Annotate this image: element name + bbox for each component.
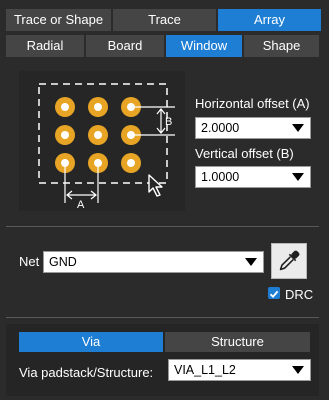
tab-shape[interactable]: Shape (244, 35, 319, 57)
via-padstack-value: VIA_L1_L2 (174, 363, 236, 377)
eyedropper-icon (279, 250, 300, 271)
tab-array[interactable]: Array (218, 9, 321, 31)
horizontal-offset-select[interactable]: 2.0000 (195, 117, 311, 139)
net-select[interactable]: GND (43, 251, 264, 273)
pad (55, 97, 75, 117)
chevron-down-icon (292, 173, 304, 181)
cursor-arrow-icon (148, 174, 163, 197)
net-label: Net (19, 254, 40, 269)
drc-label: DRC (285, 287, 314, 302)
tab-trace-or-shape[interactable]: Trace or Shape (6, 9, 111, 31)
pad (55, 125, 75, 145)
pad-grid (55, 97, 141, 173)
vertical-offset-value: 1.0000 (201, 170, 240, 184)
horizontal-offset-label: Horizontal offset (A) (195, 96, 310, 111)
array-illustration: A B (38, 83, 175, 211)
chevron-down-icon (245, 258, 257, 266)
tab-via[interactable]: Via (19, 332, 163, 352)
net-value: GND (49, 255, 77, 269)
tab-structure[interactable]: Structure (165, 332, 310, 352)
dimension-b-label: B (165, 116, 172, 128)
tab-window[interactable]: Window (166, 35, 242, 57)
dimension-a-label: A (77, 199, 85, 211)
tab-trace[interactable]: Trace (113, 9, 216, 31)
divider (6, 317, 319, 318)
chevron-down-icon (292, 366, 304, 374)
tab-radial[interactable]: Radial (6, 35, 84, 57)
drc-checkbox[interactable] (268, 287, 280, 299)
via-padstack-select[interactable]: VIA_L1_L2 (168, 359, 311, 381)
horizontal-offset-value: 2.0000 (201, 121, 240, 135)
array-type-tabs: Radial Board Window Shape (6, 35, 319, 57)
chevron-down-icon (292, 124, 304, 132)
via-padstack-label: Via padstack/Structure: (19, 365, 154, 380)
pad (88, 125, 108, 145)
pad (121, 153, 141, 173)
divider (6, 226, 319, 227)
mode-tabs: Trace or Shape Trace Array (6, 9, 321, 31)
pad (88, 97, 108, 117)
vertical-offset-label: Vertical offset (B) (195, 146, 294, 161)
tab-board[interactable]: Board (86, 35, 164, 57)
window-array-diagram: A B (19, 71, 185, 211)
net-picker-button[interactable] (271, 243, 307, 279)
vertical-offset-select[interactable]: 1.0000 (195, 166, 311, 188)
via-structure-tabs: Via Structure (19, 332, 310, 352)
check-icon (269, 290, 279, 299)
